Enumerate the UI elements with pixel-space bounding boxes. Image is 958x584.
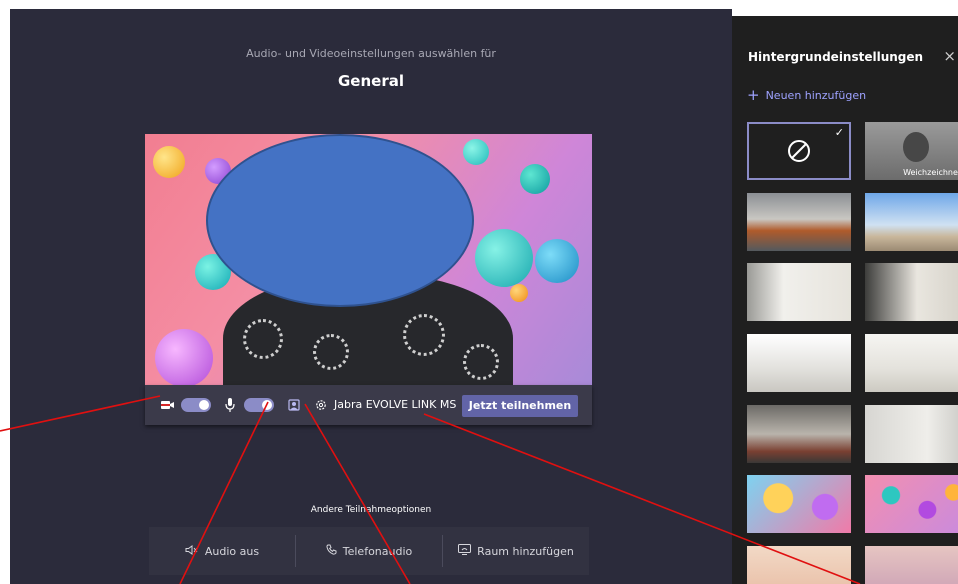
annotation-line-device-name [423,413,861,584]
annotation-line-background-icon [304,403,411,584]
annotation-overlay [0,395,861,584]
annotation-line-camera [0,395,161,432]
annotation-line-mic-toggle [179,401,269,584]
